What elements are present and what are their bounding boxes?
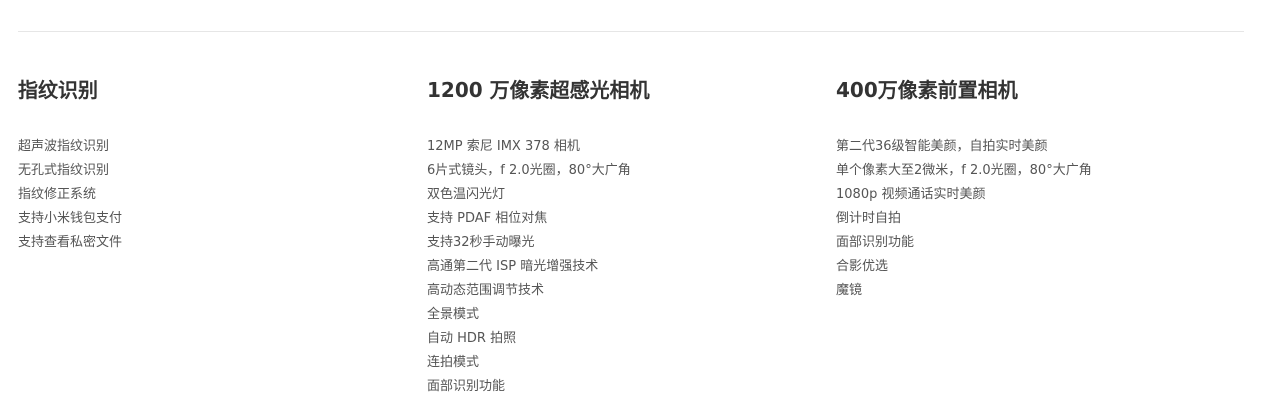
feature-item: 合影优选 [836,259,889,274]
column-rear-camera: 1200 万像素超感光相机 12MP 索尼 IMX 378 相机 6片式镜头，f … [427,76,807,394]
feature-item: 单个像素大至2微米，f 2.0光圈，80°大广角 [836,163,1092,178]
feature-item: 全景模式 [427,307,480,322]
column-front-camera: 400万像素前置相机 第二代36级智能美颜，自拍实时美颜单个像素大至2微米，f … [836,76,1216,298]
feature-item: 高动态范围调节技术 [427,283,545,298]
feature-item: 连拍模式 [427,355,480,370]
column-fingerprint: 指纹识别 超声波指纹识别 无孔式指纹识别 指纹修正系统支持小米钱包支付 支持查看私密文… [18,76,398,250]
feature-item: 支持小米钱包支付 [18,211,123,226]
feature-item: 自动 HDR 拍照 [427,331,517,346]
feature-item: 无孔式指纹识别 [18,163,110,178]
feature-item: 魔镜 [836,283,863,298]
feature-item: 12MP 索尼 IMX 378 相机 [427,139,580,154]
feature-item: 面部识别功能 [836,235,915,250]
feature-item: 支持32秒手动曝光 [427,235,535,250]
feature-item: 指纹修正系统 [18,187,97,202]
feature-item: 双色温闪光灯 [427,187,506,202]
column-title: 400万像素前置相机 [836,78,1018,102]
spec-section: 指纹识别 超声波指纹识别 无孔式指纹识别 指纹修正系统支持小米钱包支付 支持查看私密文… [0,0,1263,409]
feature-list: 12MP 索尼 IMX 378 相机 6片式镜头，f 2.0光圈，80°大广角 双色… [427,135,631,399]
feature-item: 1080p 视频通话实时美颜 [836,187,986,202]
feature-item: 倒计时自拍 [836,211,902,226]
column-title: 指纹识别 [18,78,98,102]
feature-item: 支持查看私密文件 [18,235,123,250]
feature-item: 面部识别功能 [427,379,506,394]
feature-item: 支持 PDAF 相位对焦 [427,211,548,226]
column-title: 1200 万像素超感光相机 [427,78,650,102]
feature-item: 高通第二代 ISP 暗光增强技术 [427,259,599,274]
feature-item: 6片式镜头，f 2.0光圈，80°大广角 [427,163,631,178]
feature-item: 第二代36级智能美颜，自拍实时美颜 [836,139,1048,154]
top-divider [18,31,1244,32]
feature-item: 超声波指纹识别 [18,139,110,154]
feature-list: 超声波指纹识别 无孔式指纹识别 指纹修正系统支持小米钱包支付 支持查看私密文件 [18,135,122,255]
feature-list: 第二代36级智能美颜，自拍实时美颜单个像素大至2微米，f 2.0光圈，80°大广… [836,135,1092,303]
